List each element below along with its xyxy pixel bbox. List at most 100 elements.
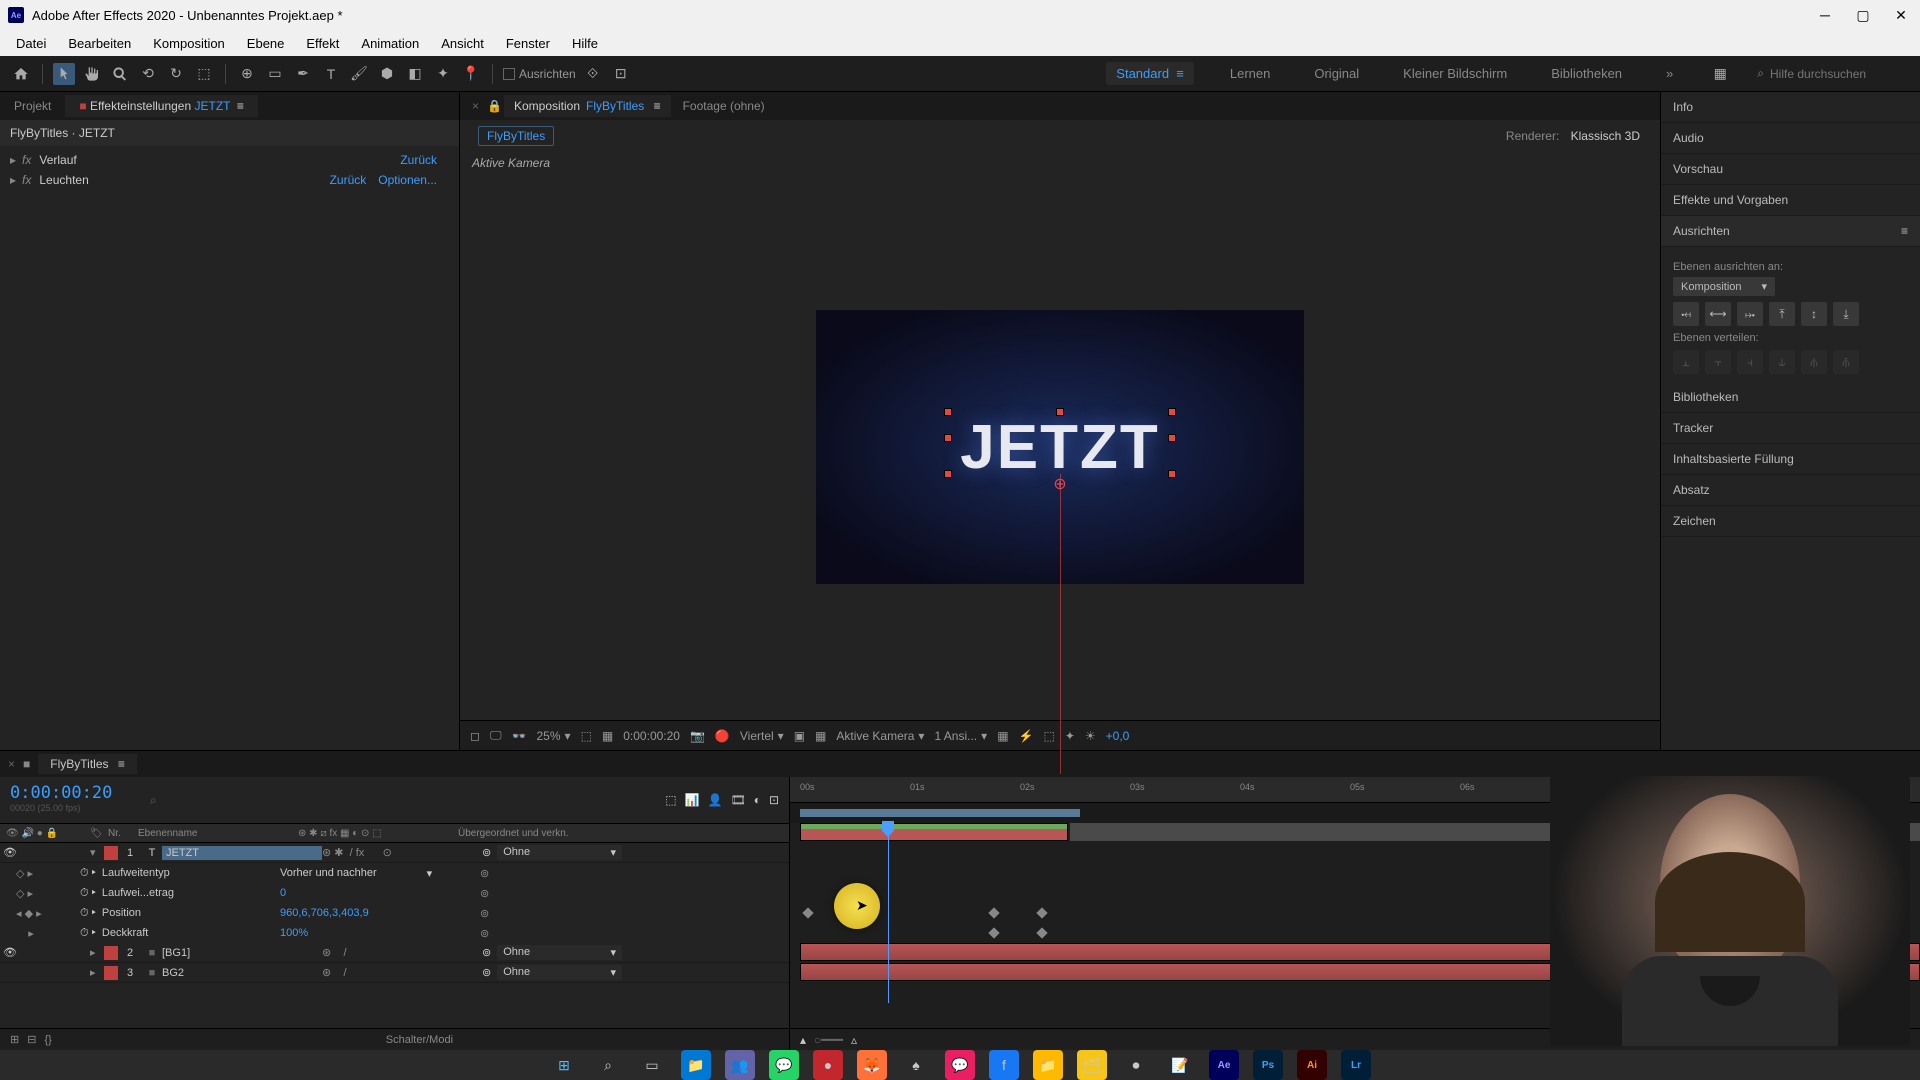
camera-tool-icon[interactable]: ⬚ [193,63,215,85]
puppet-tool-icon[interactable]: 📍 [460,63,482,85]
tl-lock-icon[interactable]: ■ [23,757,30,771]
prop-laufweitentyp[interactable]: ◇ ▸ ⏱ ▸Laufweitentyp Vorher und nachher▾… [0,863,789,883]
app3-icon[interactable]: 🗂 [1077,1050,1107,1080]
panel-bibliotheken[interactable]: Bibliotheken [1661,382,1920,413]
effect-verlauf[interactable]: ▸fx Verlauf Zurück [0,150,459,170]
zoom-slider[interactable]: ○━━━ [814,1033,843,1047]
tl-search-icon[interactable]: ⌕ [150,793,157,808]
text-tool-icon[interactable]: T [320,63,342,85]
tab-footage[interactable]: Footage (ohne) [673,95,775,117]
layer-row-3[interactable]: ▸ 3 ■ BG2 ⊛ / ⊚Ohne▾ [0,963,789,983]
draft-icon[interactable]: ✦ [1065,729,1075,743]
timeline-tab[interactable]: FlyByTitles ≡ [38,754,137,774]
menu-datei[interactable]: Datei [6,34,56,53]
tab-projekt[interactable]: Projekt [0,95,65,117]
playhead[interactable] [888,823,889,1003]
maximize-icon[interactable]: ▢ [1856,8,1870,22]
ws-standard[interactable]: Standard ≡ [1106,62,1194,85]
orbit-tool-icon[interactable]: ⟲ [137,63,159,85]
whatsapp-icon[interactable]: 💬 [769,1050,799,1080]
ai-taskbar-icon[interactable]: Ai [1297,1050,1327,1080]
tl-frame-icon[interactable]: 🎞 [730,793,745,807]
layer-color[interactable] [104,966,118,980]
breadcrumb[interactable]: FlyByTitles [478,126,554,146]
tab-composition[interactable]: Komposition FlyByTitles ≡ [504,95,671,117]
3d-icon[interactable]: ⬚ [1043,729,1054,743]
close-icon[interactable]: ✕ [1894,8,1908,22]
res-full-icon[interactable]: ⬚ [581,729,592,743]
rotation-tool-icon[interactable]: ↻ [165,63,187,85]
composition-viewer[interactable]: JETZT ⊕ [460,174,1660,720]
screen-icon[interactable]: 🖵 [490,728,502,743]
pickwhip-icon[interactable]: ⊚ [482,966,491,979]
home-icon[interactable] [10,63,32,85]
eraser-tool-icon[interactable]: ◧ [404,63,426,85]
options-link[interactable]: Optionen... [378,173,437,187]
menu-komposition[interactable]: Komposition [143,34,235,53]
glasses-icon[interactable]: 👓 [512,729,527,743]
toggle-switches-icon[interactable]: ⊞ [10,1033,19,1046]
facebook-icon[interactable]: f [989,1050,1019,1080]
pen-tool-icon[interactable]: ✒ [292,63,314,85]
ws-original[interactable]: Original [1306,64,1367,83]
zoom-dropdown[interactable]: 25% ▾ [537,729,571,743]
parent-dropdown[interactable]: Ohne▾ [497,965,622,980]
lock-icon[interactable]: 🔒 [487,99,502,113]
panel-audio[interactable]: Audio [1661,123,1920,154]
ausrichten-check[interactable]: Ausrichten [503,67,576,81]
prop-position[interactable]: ◂ ◆ ▸ ⏱ ▸Position 960,6,706,3,403,9 ⊚ [0,903,789,923]
app2-icon[interactable]: ♠ [901,1050,931,1080]
panel-tracker[interactable]: Tracker [1661,413,1920,444]
eye-icon[interactable]: 👁 [0,846,20,859]
views-dropdown[interactable]: 1 Ansi... ▾ [934,729,987,743]
zoom-in-icon[interactable]: ▵ [851,1033,857,1047]
menu-effekt[interactable]: Effekt [296,34,349,53]
ae-taskbar-icon[interactable]: Ae [1209,1050,1239,1080]
tab-effekteinstellungen[interactable]: ■ Effekteinstellungen JETZT ≡ [65,95,258,117]
anchor-tool-icon[interactable]: ⊕ [236,63,258,85]
menu-ansicht[interactable]: Ansicht [431,34,494,53]
app-icon[interactable]: ● [813,1050,843,1080]
menu-fenster[interactable]: Fenster [496,34,560,53]
timecode-display[interactable]: 0:00:00:20 [623,729,680,743]
align-hcenter-icon[interactable]: ⟷ [1705,302,1731,326]
brush-tool-icon[interactable]: 🖌 [348,63,370,85]
minimize-icon[interactable]: ─ [1818,8,1832,22]
exposure-value[interactable]: +0,0 [1106,729,1130,743]
camera-dropdown[interactable]: Aktive Kamera ▾ [836,729,924,743]
resolution-dropdown[interactable]: Viertel ▾ [740,729,784,743]
layer-color[interactable] [104,946,118,960]
zoom-out-icon[interactable]: ▴ [800,1033,806,1047]
explorer-icon[interactable]: 📁 [681,1050,711,1080]
fast-icon[interactable]: ⚡ [1019,729,1034,743]
tl-moblur-icon[interactable]: ◐ [754,793,761,807]
moblur-icon[interactable]: {} [44,1034,51,1046]
search-taskbar-icon[interactable]: ⌕ [593,1050,623,1080]
align-top-icon[interactable]: ⤒ [1769,302,1795,326]
switches-modes-toggle[interactable]: Schalter/Modi [60,1034,779,1046]
firefox-icon[interactable]: 🦊 [857,1050,887,1080]
snap-icon[interactable]: ⟐ [582,63,604,85]
parent-dropdown[interactable]: Ohne▾ [497,845,622,860]
zoom-tool-icon[interactable] [109,63,131,85]
pickwhip-icon[interactable]: ⊚ [482,946,491,959]
snap2-icon[interactable]: ⊡ [610,63,632,85]
prop-deckkraft[interactable]: ▸ ⏱ ▸Deckkraft 100% ⊚ [0,923,789,943]
layer-row-1[interactable]: 👁 ▾ 1 T JETZT ⊛ ✱ / fx ⊙ ⊚Ohne▾ [0,843,789,863]
transparency-icon[interactable]: ▦ [815,729,826,743]
notepad-icon[interactable]: 📝 [1165,1050,1195,1080]
panel-info[interactable]: Info [1661,92,1920,123]
panel-zeichen[interactable]: Zeichen [1661,506,1920,537]
align-bottom-icon[interactable]: ⤓ [1833,302,1859,326]
ws-overflow-icon[interactable]: » [1658,64,1681,83]
ps-taskbar-icon[interactable]: Ps [1253,1050,1283,1080]
layer-bar-1[interactable] [800,823,1068,841]
windows-start-icon[interactable]: ⊞ [549,1050,579,1080]
reset-link[interactable]: Zurück [400,153,437,167]
ws-bibliotheken[interactable]: Bibliotheken [1543,64,1630,83]
panel-content-fill[interactable]: Inhaltsbasierte Füllung [1661,444,1920,475]
timecode-main[interactable]: 0:00:00:20 [10,783,130,803]
ws-grid-icon[interactable]: ▦ [1709,63,1731,85]
panel-effekte[interactable]: Effekte und Vorgaben [1661,185,1920,216]
align-vcenter-icon[interactable]: ↕ [1801,302,1827,326]
